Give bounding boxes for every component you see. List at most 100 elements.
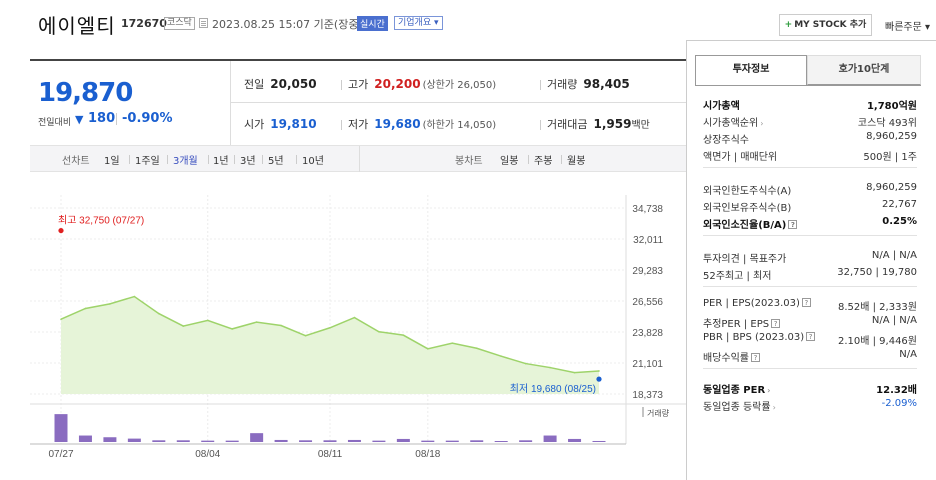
divider [208,155,209,164]
info-label: 동일업종 PER › [703,385,771,396]
info-value: 코스닥 493위 [857,118,917,129]
volume-bar [347,439,361,442]
divider [167,155,168,164]
candle-monthly[interactable]: 월봉 [567,152,585,167]
divider [341,80,342,90]
price-point [231,328,233,330]
divider [230,102,686,103]
price-point [573,371,576,374]
divider [262,155,263,164]
divider [234,155,235,164]
document-icon[interactable] [199,18,208,28]
volume-bar [592,440,606,442]
info-value: 0.25% [882,216,917,227]
change-percent: -0.90% [122,111,173,126]
help-icon[interactable]: ? [806,332,816,341]
quick-order-dropdown[interactable]: 빠른주문 ▾ [885,18,930,33]
stat-unit: 백만 [631,120,650,131]
info-value: -2.09% [881,398,917,409]
volume-bar [78,435,92,442]
x-tick-label: 08/11 [318,449,343,460]
market-badge: 코스닥 [164,17,195,30]
volume-bar [445,440,459,442]
volume-bar [274,439,288,442]
help-icon[interactable]: ? [801,298,811,307]
price-chart[interactable]: 34,738 32,011 29,283 26,556 23,828 21,101 18,3… [30,195,690,465]
y-tick-label: 21,101 [632,359,663,370]
period-3y[interactable]: 3년 [240,152,256,167]
stat-value: 98,405 [583,77,630,91]
price-point [280,324,282,327]
period-5y[interactable]: 5년 [268,152,284,167]
chevron-right-icon[interactable]: › [760,119,763,128]
divider [703,368,917,369]
divider [341,120,342,130]
y-tick-label: 23,828 [632,328,663,339]
stat-label: 저가 [348,118,369,131]
investment-info-panel: 투자정보 호가10단계 시가총액 1,780억원 시가총액순위 › 코스닥 493위 상장… [686,40,936,480]
info-value: 22,767 [882,199,917,210]
price-point [60,318,62,321]
volume-bar [152,440,166,442]
period-1d[interactable]: 1일 [104,152,120,167]
divider [129,155,130,164]
min-label: 최저 19,680 (08/25) [510,383,596,395]
divider [703,167,917,168]
info-value: N/A | N/A [871,315,917,326]
max-label: 최고 32,750 (07/27) [58,215,144,227]
candle-weekly[interactable]: 주봉 [534,152,552,167]
period-10y[interactable]: 10년 [302,152,324,167]
info-row: 액면가 | 매매단위 500원 | 1주 [703,148,917,164]
realtime-badge[interactable]: 실시간 [357,16,388,31]
tab-investment-info[interactable]: 투자정보 [695,55,807,85]
price-point [109,303,111,305]
divider [695,85,921,86]
tab-order-book[interactable]: 호가10단계 [807,55,921,85]
y-tick-label: 34,738 [632,204,663,215]
info-label: PBR | BPS (2023.03)? [703,332,816,343]
down-arrow-icon: ▼ [75,113,84,126]
info-label: 외국인한도주식수(A) [703,186,792,197]
candle-daily[interactable]: 일봉 [500,152,518,167]
candle-chart-label: 봉차트 [455,156,483,167]
help-icon[interactable]: ? [751,353,760,362]
company-name: 에이엘티 [38,14,116,38]
add-my-stock-button[interactable]: + MY STOCK 추가 [779,14,872,36]
company-info-dropdown[interactable]: 기업개요 ▾ [394,16,443,30]
info-value: 2.10배 | 9,446원 [837,336,917,347]
current-price: 19,870 [38,78,133,108]
period-1w[interactable]: 1주일 [135,152,160,167]
stat-open: 시가 19,810 [244,116,317,132]
stat-value: 19,680 [374,117,421,131]
info-label: 추정PER | EPS? [703,315,781,330]
lower-limit: (하한가 14,050) [422,120,497,131]
info-label: 동일업종 등락률 › [703,402,776,413]
stat-value: 20,200 [374,77,421,91]
info-row: 외국인한도주식수(A) 8,960,259 [703,182,917,198]
period-1y[interactable]: 1년 [213,152,229,167]
price-point [500,355,502,357]
period-3m[interactable]: 3개월 [173,152,198,167]
info-row: 외국인소진율(B/A)? 0.25% [703,216,917,232]
divider [540,80,541,90]
plus-icon: + [784,20,793,30]
help-icon[interactable]: ? [771,319,781,328]
company-info-label: 기업개요 [398,18,432,28]
info-row: 동일업종 PER › 12.32배 [703,381,917,397]
quick-order-label: 빠른주문 [885,22,922,33]
info-label: PER | EPS(2023.03)? [703,298,811,309]
divider [359,146,360,172]
info-label: 외국인보유주식수(B) [703,203,792,214]
help-icon[interactable]: ? [788,220,798,229]
volume-bar [568,438,582,442]
price-point [475,347,478,350]
chart-period-bar: 선차트 1일 1주일 3개월 1년 3년 5년 10년 봉차트 일봉 주봉 월봉 [30,145,686,172]
info-row: PBR | BPS (2023.03)? 2.10배 | 9,446원 [703,332,917,348]
divider [230,61,231,145]
volume-label: 거래량 [647,408,670,418]
chevron-right-icon[interactable]: › [767,386,770,395]
divider [528,155,529,164]
chevron-right-icon[interactable]: › [773,403,776,412]
volume-bar [543,435,557,442]
volume-bar [176,440,190,442]
